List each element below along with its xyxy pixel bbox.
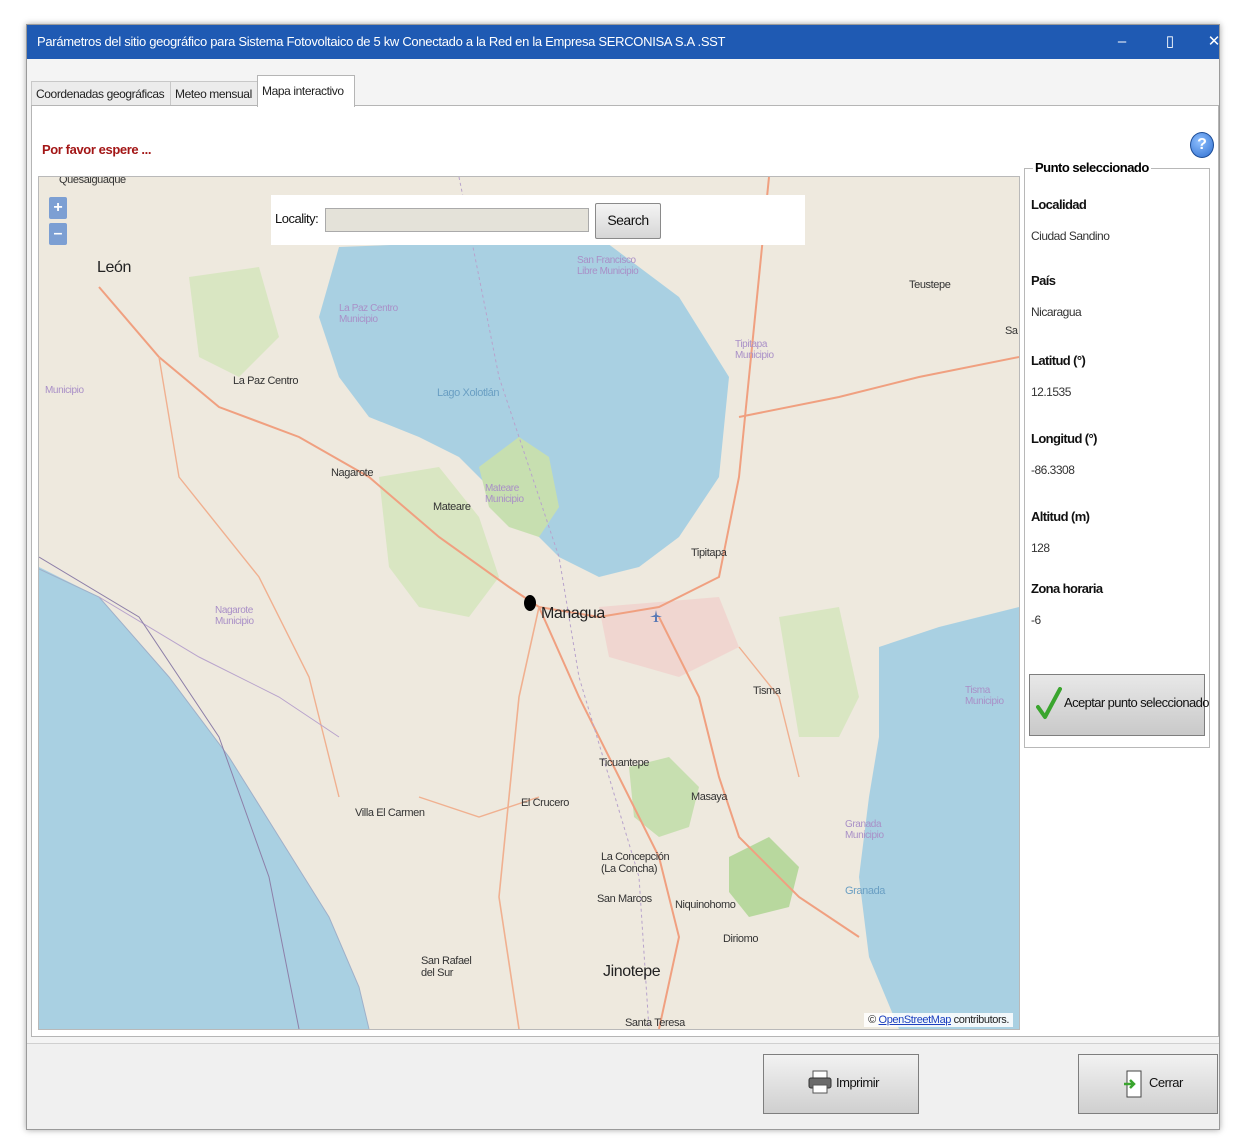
tab-meteo-mensual[interactable]: Meteo mensual <box>170 81 262 106</box>
zona-horaria-label: Zona horaria <box>1031 581 1103 596</box>
map-label-tipitapa-mun: Tipitapa Municipio <box>735 339 774 361</box>
map-label-granada: Granada <box>845 885 886 897</box>
longitud-label: Longitud (°) <box>1031 431 1097 446</box>
airport-icon <box>650 610 662 622</box>
tab-coordenadas[interactable]: Coordenadas geográficas <box>31 81 173 106</box>
map-label-jinotepe: Jinotepe <box>603 963 661 980</box>
search-button[interactable]: Search <box>595 203 661 239</box>
map-label-granada-mun: Granada Municipio <box>845 819 884 841</box>
interactive-map[interactable]: + – Locality: Search Quesalguaque León L… <box>38 176 1020 1030</box>
map-label-mateare-mun: Mateare Municipio <box>485 483 524 505</box>
map-label-niquinohomo: Niquinohomo <box>675 899 736 911</box>
zoom-out-button[interactable]: – <box>49 223 67 245</box>
exit-door-icon <box>1124 1070 1142 1098</box>
attribution-copyright: © <box>868 1014 876 1026</box>
map-label-santa-teresa: Santa Teresa <box>625 1017 685 1029</box>
map-label-diriomo: Diriomo <box>723 933 759 945</box>
close-window-button[interactable]: ✕ <box>1199 25 1219 59</box>
map-label-la-paz-centro: La Paz Centro <box>233 375 299 387</box>
altitud-label: Altitud (m) <box>1031 509 1090 524</box>
selected-point-legend: Punto seleccionado <box>1033 160 1151 175</box>
locality-search: Locality: Search <box>271 195 805 245</box>
locality-input[interactable] <box>325 208 589 232</box>
map-label-managua: Managua <box>541 605 605 622</box>
map-panel: Por favor espere ... ? + – Locality: Sea… <box>31 105 1219 1037</box>
app-window: Parámetros del sitio geográfico para Sis… <box>26 24 1220 1130</box>
close-label: Cerrar <box>1149 1075 1183 1090</box>
printer-icon <box>808 1070 832 1094</box>
window-title: Parámetros del sitio geográfico para Sis… <box>37 34 726 49</box>
pais-value: Nicaragua <box>1031 305 1082 319</box>
map-label-teustepe: Teustepe <box>909 279 951 291</box>
map-label-quesalguaque: Quesalguaque <box>59 176 126 186</box>
map-label-mateare: Mateare <box>433 501 471 513</box>
map-label-nagarote: Nagarote <box>331 467 374 479</box>
minimize-button[interactable]: – <box>1107 25 1137 59</box>
map-label-el-crucero: El Crucero <box>521 797 569 809</box>
map-label-leon-mun: Municipio <box>45 385 84 396</box>
maximize-button[interactable]: ▯ <box>1155 25 1185 59</box>
latitud-label: Latitud (°) <box>1031 353 1086 368</box>
help-icon[interactable]: ? <box>1190 132 1214 158</box>
map-label-san-marcos: San Marcos <box>597 893 652 905</box>
print-button[interactable]: Imprimir <box>763 1054 919 1114</box>
map-label-san-rafael: San Rafael del Sur <box>421 955 472 979</box>
map-label-sa: Sa <box>1005 325 1018 337</box>
map-label-nagarote-mun: Nagarote Municipio <box>215 605 254 627</box>
openstreetmap-link[interactable]: OpenStreetMap <box>879 1014 952 1026</box>
map-label-tisma-mun: Tisma Municipio <box>965 685 1004 707</box>
map-label-leon: León <box>97 259 131 276</box>
map-label-san-francisco: San Francisco Libre Municipio <box>577 255 639 277</box>
map-label-villa-el-carmen: Villa El Carmen <box>355 807 425 819</box>
footer-bar: Imprimir Cerrar <box>27 1043 1219 1129</box>
title-bar: Parámetros del sitio geográfico para Sis… <box>27 25 1219 59</box>
status-message: Por favor espere ... <box>42 142 152 157</box>
tab-mapa-interactivo[interactable]: Mapa interactivo <box>257 75 355 107</box>
map-attribution: © OpenStreetMap contributors. <box>864 1013 1013 1027</box>
accept-point-label: Aceptar punto seleccionado <box>1064 695 1209 710</box>
zona-horaria-value: -6 <box>1031 613 1041 627</box>
map-label-la-concepcion: La Concepción (La Concha) <box>601 851 670 875</box>
locality-label: Locality: <box>275 211 319 226</box>
latitud-value: 12.1535 <box>1031 385 1071 399</box>
map-label-tipitapa: Tipitapa <box>691 547 727 559</box>
map-label-lago: Lago Xolotlán <box>437 387 500 399</box>
checkmark-icon <box>1036 687 1062 719</box>
attribution-suffix: contributors. <box>953 1014 1010 1026</box>
longitud-value: -86.3308 <box>1031 463 1075 477</box>
localidad-label: Localidad <box>1031 197 1087 212</box>
close-button[interactable]: Cerrar <box>1078 1054 1218 1114</box>
map-label-tisma: Tisma <box>753 685 781 697</box>
zoom-in-button[interactable]: + <box>49 197 67 219</box>
pais-label: País <box>1031 273 1056 288</box>
map-label-la-paz-mun: La Paz Centro Municipio <box>339 303 398 325</box>
print-label: Imprimir <box>836 1075 879 1090</box>
selected-point-panel: Punto seleccionado Localidad Ciudad Sand… <box>1024 160 1210 748</box>
accept-point-button[interactable]: Aceptar punto seleccionado <box>1029 674 1209 736</box>
altitud-value: 128 <box>1031 541 1050 555</box>
map-label-masaya: Masaya <box>691 791 728 803</box>
map-label-ticuantepe: Ticuantepe <box>599 757 650 769</box>
selected-location-marker[interactable] <box>524 595 536 611</box>
localidad-value: Ciudad Sandino <box>1031 229 1110 243</box>
